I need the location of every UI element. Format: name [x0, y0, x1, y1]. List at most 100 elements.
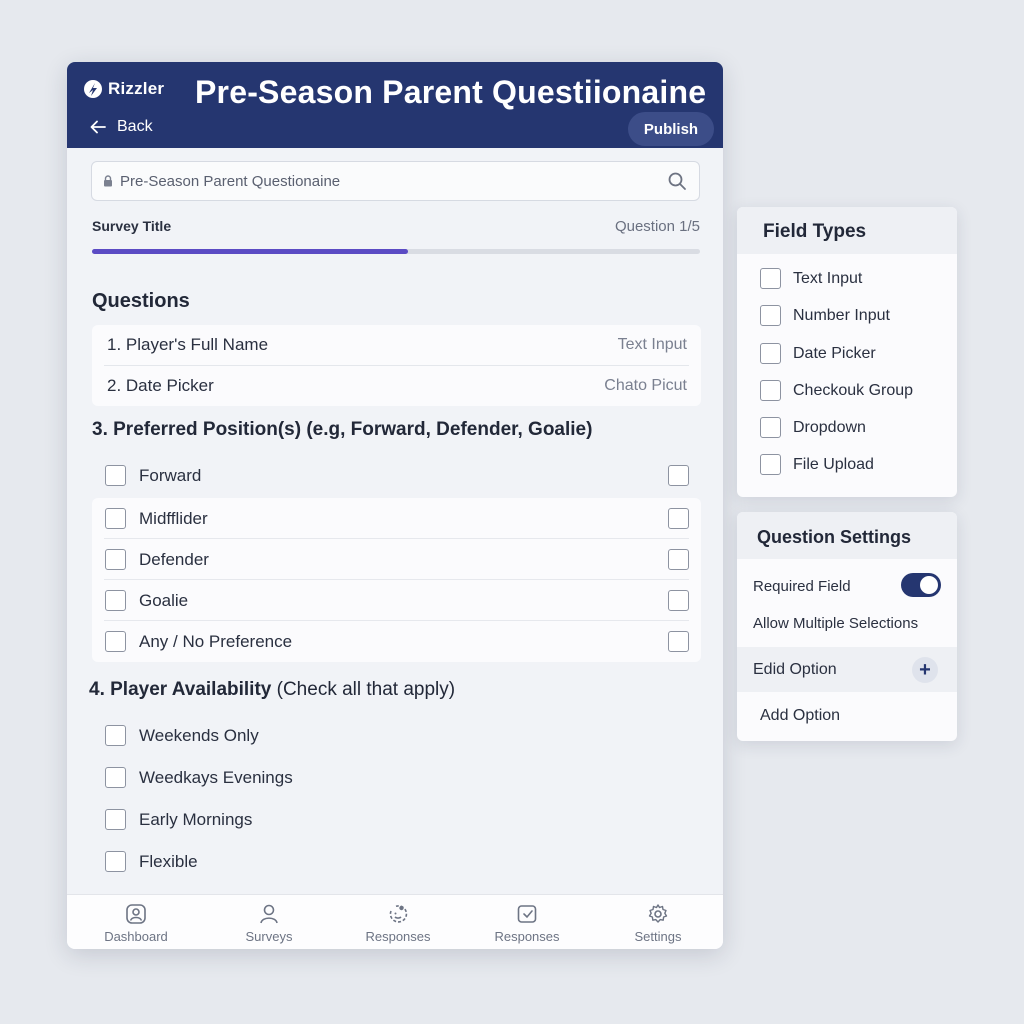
add-option-label: Add Option [760, 707, 841, 724]
edit-option-label: Edid Option [753, 661, 837, 678]
field-type-checkbox[interactable] [760, 268, 781, 289]
nav-settings[interactable]: Settings [598, 895, 718, 949]
inbox-icon [517, 905, 537, 923]
option-correct-checkbox[interactable] [668, 590, 689, 611]
field-type-label: Dropdown [793, 419, 866, 436]
availability-label: Early Mornings [139, 810, 253, 829]
survey-title-field[interactable] [120, 162, 660, 200]
option-checkbox[interactable] [105, 508, 126, 529]
option-correct-checkbox[interactable] [668, 465, 689, 486]
field-type-label: Date Picker [793, 345, 876, 362]
question-4-title-bold: 4. Player Availability [89, 679, 272, 700]
question-text: 1. Player's Full Name [107, 335, 269, 354]
option-row-defender[interactable]: Defender [92, 539, 701, 580]
option-correct-checkbox[interactable] [668, 508, 689, 529]
field-type-text-input[interactable]: Text Input [737, 260, 957, 297]
availability-label: Weekends Only [139, 726, 259, 745]
availability-label: Flexible [139, 852, 198, 871]
field-type-checkbox-group[interactable]: Checkouk Group [737, 372, 957, 409]
header-bar: Rizzler Pre-Season Parent Questiionaine … [67, 62, 723, 148]
multiple-selections-label: Allow Multiple Selections [753, 615, 919, 632]
availability-row[interactable]: Flexible [92, 841, 701, 882]
question-list: 1. Player's Full Name Text Input 2. Date… [92, 325, 701, 406]
bottom-nav: Dashboard Surveys Responses Responses Se… [67, 894, 723, 949]
question-row[interactable]: 2. Date Picker Chato Picut [92, 366, 701, 406]
field-type-file-upload[interactable]: File Upload [737, 446, 957, 483]
availability-checkbox[interactable] [105, 809, 126, 830]
option-checkbox[interactable] [105, 631, 126, 652]
nav-label: Responses [494, 929, 560, 944]
nav-responses[interactable]: Responses [338, 895, 458, 949]
question-3-title: 3. Preferred Position(s) (e.g, Forward, … [92, 419, 593, 440]
question-4-title-rest: (Check all that apply) [271, 679, 456, 700]
gear-icon [648, 904, 668, 923]
option-correct-checkbox[interactable] [668, 549, 689, 570]
field-type-dropdown[interactable]: Dropdown [737, 409, 957, 446]
option-checkbox[interactable] [105, 465, 126, 486]
field-type-label: File Upload [793, 456, 874, 473]
publish-button[interactable]: Publish [628, 112, 714, 146]
question-row[interactable]: 1. Player's Full Name Text Input [92, 325, 701, 365]
field-type-checkbox[interactable] [760, 417, 781, 438]
field-type-date-picker[interactable]: Date Picker [737, 335, 957, 372]
dashboard-icon [126, 904, 146, 924]
field-type-checkbox[interactable] [760, 454, 781, 475]
question-settings-title: Question Settings [757, 527, 912, 547]
field-type-checkbox[interactable] [760, 343, 781, 364]
field-types-title: Field Types [763, 221, 867, 242]
required-field-label: Required Field [753, 578, 851, 595]
search-icon[interactable] [667, 171, 687, 191]
panel-header: Question Settings [737, 512, 957, 559]
option-row-goalie[interactable]: Goalie [92, 580, 701, 621]
nav-label: Responses [365, 929, 431, 944]
nav-responses-2[interactable]: Responses [467, 895, 587, 949]
panel-header: Field Types [737, 207, 957, 254]
field-type-checkbox[interactable] [760, 380, 781, 401]
availability-checkbox[interactable] [105, 725, 126, 746]
availability-row[interactable]: Early Mornings [92, 799, 701, 840]
add-option-button[interactable]: Add Option [737, 694, 957, 738]
availability-checkbox[interactable] [105, 767, 126, 788]
availability-label: Weedkays Evenings [139, 768, 293, 787]
page-title: Pre-Season Parent Questiionaine [195, 74, 707, 110]
field-type-label: Text Input [793, 270, 863, 287]
option-row-midfielder[interactable]: Midfflider [92, 498, 701, 539]
option-checkbox[interactable] [105, 549, 126, 570]
rizzler-logo-icon [84, 80, 102, 98]
option-label: Any / No Preference [139, 632, 293, 651]
field-type-number-input[interactable]: Number Input [737, 297, 957, 334]
field-type-checkbox[interactable] [760, 305, 781, 326]
arrow-left-icon [90, 120, 106, 134]
option-row-any[interactable]: Any / No Preference [92, 621, 701, 662]
brand-name: Rizzler [108, 79, 165, 98]
edit-option-row[interactable]: Edid Option + [737, 647, 957, 692]
survey-editor-card: Rizzler Pre-Season Parent Questiionaine … [67, 62, 723, 949]
nav-dashboard[interactable]: Dashboard [76, 895, 196, 949]
back-label: Back [117, 118, 153, 135]
nav-label: Surveys [245, 929, 293, 944]
option-label: Midfflider [139, 509, 208, 528]
question-type: Text Input [617, 336, 687, 353]
nav-label: Dashboard [104, 929, 168, 944]
nav-surveys[interactable]: Surveys [209, 895, 329, 949]
progress-bar [92, 249, 700, 254]
responses-icon [389, 905, 408, 923]
required-toggle[interactable] [901, 573, 941, 597]
plus-icon[interactable]: + [912, 657, 938, 683]
availability-row[interactable]: Weedkays Evenings [92, 757, 701, 798]
availability-row[interactable]: Weekends Only [92, 715, 701, 756]
option-correct-checkbox[interactable] [668, 631, 689, 652]
questions-heading: Questions [92, 290, 190, 312]
question-text: 2. Date Picker [107, 376, 214, 395]
toggle-knob [920, 576, 938, 594]
back-button[interactable]: Back [89, 118, 153, 136]
option-row-forward[interactable]: Forward [92, 455, 701, 496]
progress-fill [92, 249, 409, 254]
question-4-title: 4. Player Availability (Check all that a… [89, 679, 455, 701]
field-type-label: Checkouk Group [793, 382, 914, 399]
option-checkbox[interactable] [105, 590, 126, 611]
lock-icon [104, 175, 112, 187]
availability-checkbox[interactable] [105, 851, 126, 872]
survey-title-input[interactable] [91, 161, 700, 201]
field-type-label: Number Input [793, 307, 890, 324]
